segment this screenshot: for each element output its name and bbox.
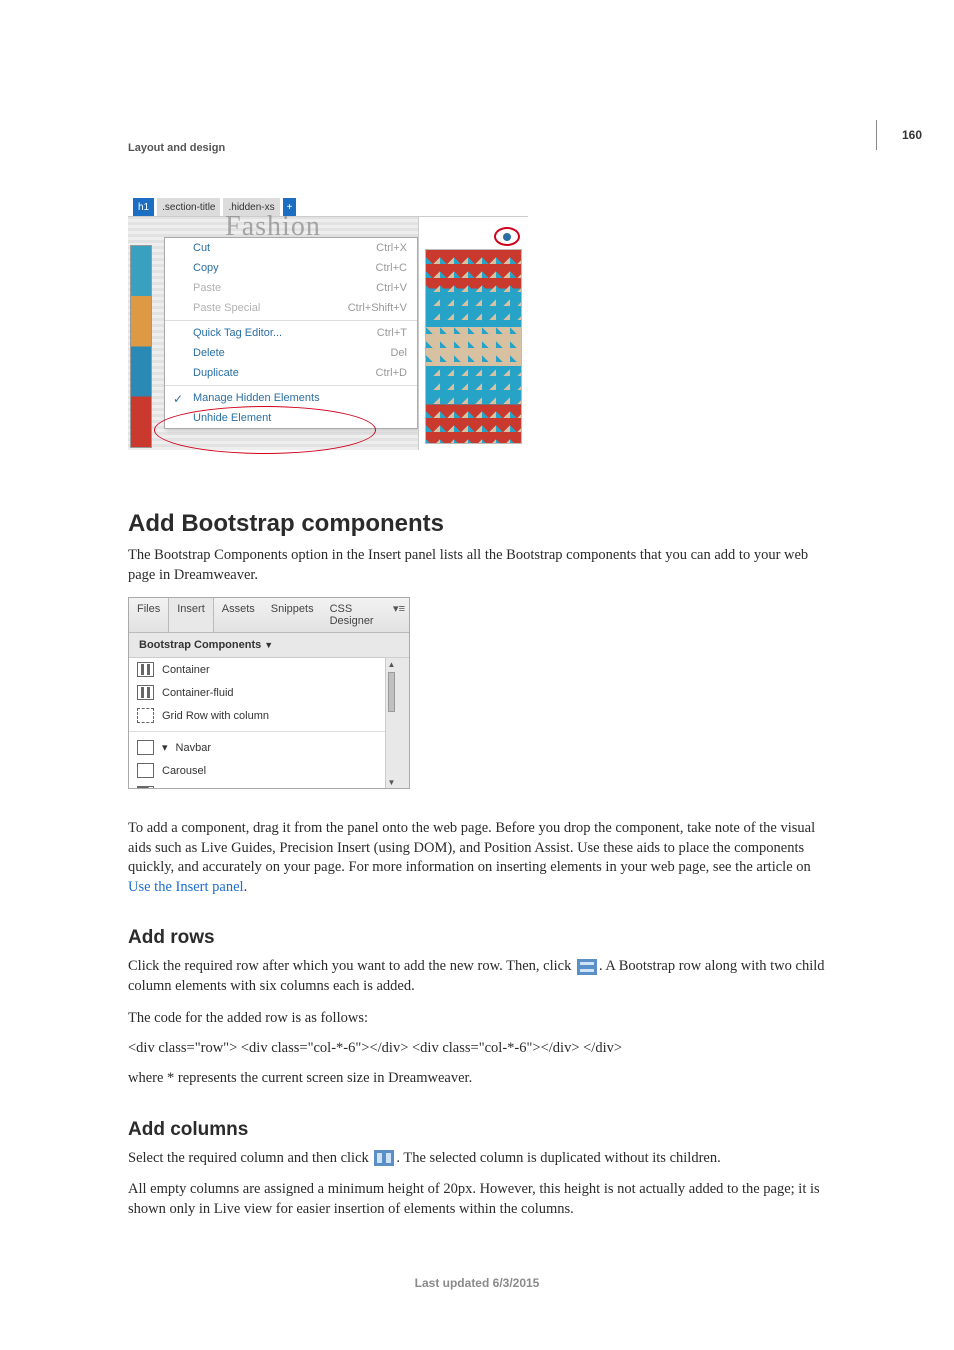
menu-item-paste-special: Paste Special Ctrl+Shift+V bbox=[165, 298, 417, 318]
list-item-label: Responsive Image bbox=[176, 788, 267, 789]
menu-label: Paste Special bbox=[193, 302, 260, 314]
paragraph-drag-component: To add a component, drag it from the pan… bbox=[128, 819, 826, 897]
tab-assets[interactable]: Assets bbox=[214, 598, 263, 632]
responsive-image-icon bbox=[137, 786, 154, 788]
menu-shortcut: Ctrl+D bbox=[376, 367, 407, 379]
list-item-label: Grid Row with column bbox=[162, 710, 269, 722]
figure-context-menu: h1 .section-title .hidden-xs + Fashion C… bbox=[128, 190, 528, 450]
paragraph-add-rows-2: The code for the added row is as follows… bbox=[128, 1009, 826, 1029]
add-row-icon[interactable] bbox=[577, 959, 597, 975]
menu-item-copy[interactable]: Copy Ctrl+C bbox=[165, 258, 417, 278]
tab-css-designer[interactable]: CSS Designer bbox=[322, 598, 389, 632]
component-list: Container Container-fluid Grid Row with … bbox=[129, 658, 409, 788]
image-placeholder bbox=[425, 249, 522, 444]
container-icon bbox=[137, 662, 154, 677]
footer-last-updated: Last updated 6/3/2015 bbox=[0, 1276, 954, 1290]
menu-label: Quick Tag Editor... bbox=[193, 327, 282, 339]
context-menu: Cut Ctrl+X Copy Ctrl+C Paste Ctrl+V Pa bbox=[164, 237, 418, 429]
dropdown-caret-icon: ▾ bbox=[162, 741, 168, 754]
text-segment: . The selected column is duplicated with… bbox=[396, 1150, 720, 1166]
menu-item-manage-hidden[interactable]: Manage Hidden Elements bbox=[165, 388, 417, 408]
tab-insert[interactable]: Insert bbox=[168, 598, 214, 632]
text-segment: . bbox=[244, 879, 248, 895]
tab-snippets[interactable]: Snippets bbox=[263, 598, 322, 632]
list-item-responsive-image[interactable]: ▾ Responsive Image bbox=[129, 782, 397, 788]
grid-row-icon bbox=[137, 708, 154, 723]
list-item-label: Container-fluid bbox=[162, 687, 234, 699]
panel-menu-icon[interactable]: ▾≡ bbox=[389, 598, 409, 632]
link-use-insert-panel[interactable]: Use the Insert panel bbox=[128, 879, 244, 895]
menu-label: Copy bbox=[193, 262, 219, 274]
category-dropdown[interactable]: Bootstrap Components ▼ bbox=[129, 633, 409, 658]
tab-files[interactable]: Files bbox=[129, 598, 168, 632]
scroll-down-arrow-icon[interactable]: ▼ bbox=[386, 776, 397, 788]
menu-shortcut: Ctrl+T bbox=[377, 327, 407, 339]
list-item-label: Navbar bbox=[176, 742, 211, 754]
thumbnail-strip bbox=[130, 245, 152, 448]
list-item-label: Carousel bbox=[162, 765, 206, 777]
carousel-icon bbox=[137, 763, 154, 778]
menu-label: Manage Hidden Elements bbox=[193, 392, 320, 404]
list-item-navbar[interactable]: ▾ Navbar bbox=[129, 736, 397, 759]
panel-tabs: Files Insert Assets Snippets CSS Designe… bbox=[129, 598, 409, 633]
dropdown-label: Bootstrap Components bbox=[139, 639, 261, 651]
heading-add-rows: Add rows bbox=[128, 927, 826, 949]
list-item-grid-row[interactable]: Grid Row with column bbox=[129, 704, 397, 727]
running-header: Layout and design bbox=[128, 142, 225, 154]
heading-add-bootstrap-components: Add Bootstrap components bbox=[128, 510, 826, 538]
menu-item-paste: Paste Ctrl+V bbox=[165, 278, 417, 298]
list-item-carousel[interactable]: Carousel bbox=[129, 759, 397, 782]
menu-shortcut: Del bbox=[390, 347, 407, 359]
menu-item-duplicate[interactable]: Duplicate Ctrl+D bbox=[165, 363, 417, 383]
menu-shortcut: Ctrl+C bbox=[376, 262, 407, 274]
figure-insert-panel: Files Insert Assets Snippets CSS Designe… bbox=[128, 597, 410, 789]
menu-item-quick-tag-editor[interactable]: Quick Tag Editor... Ctrl+T bbox=[165, 323, 417, 343]
menu-label: Paste bbox=[193, 282, 221, 294]
scrollbar[interactable]: ▲ ▼ bbox=[385, 658, 397, 788]
menu-label: Cut bbox=[193, 242, 210, 254]
text-segment: Select the required column and then clic… bbox=[128, 1150, 372, 1166]
scrollbar-thumb[interactable] bbox=[388, 672, 395, 712]
container-fluid-icon bbox=[137, 685, 154, 700]
scroll-up-arrow-icon[interactable]: ▲ bbox=[386, 658, 397, 670]
menu-label: Unhide Element bbox=[193, 412, 271, 424]
paragraph-add-cols-1: Select the required column and then clic… bbox=[128, 1149, 826, 1169]
page-number: 160 bbox=[902, 128, 922, 142]
menu-item-unhide[interactable]: Unhide Element bbox=[165, 408, 417, 428]
paragraph-add-rows-1: Click the required row after which you w… bbox=[128, 957, 826, 996]
menu-label: Duplicate bbox=[193, 367, 239, 379]
menu-shortcut: Ctrl+V bbox=[376, 282, 407, 294]
text-segment: Click the required row after which you w… bbox=[128, 958, 575, 974]
menu-item-cut[interactable]: Cut Ctrl+X bbox=[165, 238, 417, 258]
canvas-left-pane: Fashion Cut Ctrl+X Copy Ctrl+C Paste bbox=[128, 217, 418, 450]
canvas-right-pane bbox=[418, 217, 528, 450]
check-icon: ✓ bbox=[173, 392, 183, 406]
page-number-box: 160 bbox=[876, 120, 924, 150]
menu-separator bbox=[165, 320, 417, 321]
menu-separator bbox=[165, 385, 417, 386]
paragraph-add-components: The Bootstrap Components option in the I… bbox=[128, 546, 826, 585]
menu-label: Delete bbox=[193, 347, 225, 359]
text-segment: To add a component, drag it from the pan… bbox=[128, 820, 815, 875]
list-separator bbox=[129, 731, 397, 732]
menu-shortcut: Ctrl+Shift+V bbox=[348, 302, 407, 314]
navbar-icon bbox=[137, 740, 154, 755]
paragraph-add-rows-3: where * represents the current screen si… bbox=[128, 1069, 826, 1089]
menu-shortcut: Ctrl+X bbox=[376, 242, 407, 254]
chevron-down-icon: ▼ bbox=[264, 640, 273, 650]
dropdown-caret-icon: ▾ bbox=[162, 787, 168, 788]
list-item-container[interactable]: Container bbox=[129, 658, 397, 681]
code-row-markup: <div class="row"> <div class="col-*-6"><… bbox=[128, 1040, 826, 1057]
add-column-icon[interactable] bbox=[374, 1150, 394, 1166]
paragraph-add-cols-2: All empty columns are assigned a minimum… bbox=[128, 1180, 826, 1219]
list-item-label: Container bbox=[162, 664, 210, 676]
list-item-container-fluid[interactable]: Container-fluid bbox=[129, 681, 397, 704]
heading-add-columns: Add columns bbox=[128, 1119, 826, 1141]
eye-icon[interactable] bbox=[494, 227, 520, 246]
menu-item-delete[interactable]: Delete Del bbox=[165, 343, 417, 363]
